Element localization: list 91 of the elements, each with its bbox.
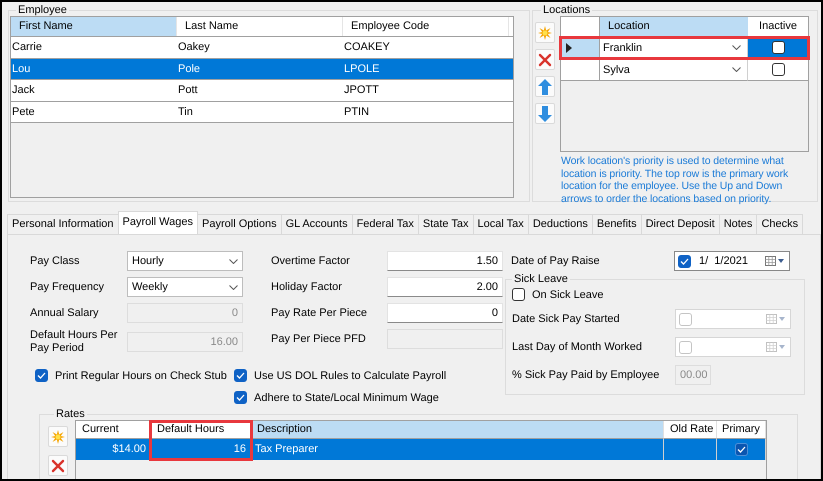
checkbox[interactable]	[772, 63, 784, 76]
table-cell: Tax Preparer	[251, 439, 664, 460]
move-down-button[interactable]	[535, 103, 555, 124]
sparkle-icon	[538, 26, 552, 40]
group-title: Sick Leave	[513, 273, 569, 285]
up-arrow-icon	[538, 78, 552, 94]
delete-button[interactable]	[535, 49, 555, 70]
column-header[interactable]: Inactive	[748, 17, 808, 37]
chevron-down-icon	[732, 45, 741, 50]
table-cell: $14.00	[76, 439, 151, 460]
table-cell-text: Lou	[11, 62, 32, 76]
move-up-button[interactable]	[535, 76, 555, 97]
calendar-icon	[766, 342, 786, 352]
column-header[interactable]: Primary	[717, 421, 766, 439]
calendar-icon	[765, 256, 785, 266]
group-title: Rates	[55, 408, 86, 420]
table-cell-text: Tin	[177, 104, 194, 120]
field-label: Overtime Factor	[271, 255, 351, 267]
number-field[interactable]: 1.50	[387, 251, 503, 271]
number-field[interactable]: 0	[387, 303, 503, 323]
column-header[interactable]: Description	[251, 421, 664, 439]
table-cell-text: Oakey	[177, 40, 211, 55]
sparkle-icon	[51, 430, 65, 444]
column-header[interactable]: Location	[600, 17, 748, 37]
checkbox[interactable]	[512, 288, 525, 301]
field-label: Pay Rate Per Piece	[271, 307, 368, 319]
checkbox[interactable]	[772, 41, 784, 54]
date-value: 1/ 1/2021	[699, 255, 748, 267]
field-label: Last Day of Month Worked	[512, 341, 644, 353]
table-cell-text: Carrie	[11, 40, 43, 55]
table-row[interactable]: Lou Pole LPOLE	[11, 58, 513, 80]
column-header[interactable]: Last Name	[177, 17, 343, 36]
table-cell-text: Pete	[11, 104, 36, 120]
x-icon	[538, 52, 552, 66]
group-title: Employee	[17, 4, 68, 16]
tab[interactable]: Personal Information	[7, 214, 118, 234]
field-label: Annual Salary	[30, 306, 100, 320]
tab[interactable]: Checks	[756, 214, 804, 234]
table-cell-text: JPOTT	[343, 83, 380, 98]
field-label: Date of Pay Raise	[511, 255, 601, 267]
chevron-down-icon	[229, 258, 238, 264]
field-label: Holiday Factor	[271, 281, 343, 293]
field-label: Default Hours Per Pay Period	[30, 329, 118, 355]
checkbox[interactable]	[734, 443, 748, 456]
check-mark-icon	[37, 372, 46, 379]
field-label: % Sick Pay Paid by Employee	[512, 369, 660, 381]
dropdown[interactable]: Hourly	[127, 251, 243, 271]
table-cell-text: Pott	[177, 83, 199, 98]
x-icon	[51, 458, 65, 472]
checkbox-label: Adhere to State/Local Minimum Wage	[254, 392, 439, 404]
checkbox[interactable]	[678, 254, 691, 268]
check-mark-icon	[236, 394, 245, 401]
check-mark-icon	[736, 446, 746, 453]
checkbox[interactable]	[234, 369, 247, 382]
help-text: Work location's priority is used to determine what location is priority. The top row is the primary work location for the employee. Use the Up and Down arrows to order the locations based on priority.	[561, 155, 790, 205]
check-mark-icon	[680, 258, 689, 264]
column-header[interactable]: Current	[76, 421, 151, 439]
field-label: Date Sick Pay Started	[512, 313, 621, 325]
field-label: Pay Class	[30, 254, 81, 268]
date-picker[interactable]: 1/ 1/2021	[674, 251, 790, 271]
down-arrow-icon	[538, 106, 552, 122]
chevron-down-icon	[229, 284, 238, 290]
table-cell-text: LPOLE	[343, 62, 380, 76]
table-cell-text: Pole	[177, 62, 202, 76]
number-field[interactable]: 2.00	[387, 277, 503, 297]
row-header-cell[interactable]	[561, 59, 600, 81]
dropdown[interactable]: Weekly	[127, 277, 243, 297]
checkbox-label: Print Regular Hours on Check Stub	[55, 370, 227, 382]
location-dropdown[interactable]: Sylva	[600, 59, 748, 81]
check-mark-icon	[236, 372, 245, 379]
field-label: Pay Per Piece PFD	[271, 333, 367, 345]
delete-button[interactable]	[48, 455, 68, 476]
table-row[interactable]: Pete Tin PTIN	[11, 102, 513, 123]
table-row[interactable]: Jack Pott JPOTT	[11, 80, 513, 102]
column-header[interactable]: Employee Code	[343, 17, 509, 36]
checkbox[interactable]	[35, 369, 48, 382]
group-title: Locations	[542, 4, 592, 16]
chevron-down-icon	[732, 67, 741, 72]
table-cell-text: Jack	[11, 83, 36, 98]
checkbox-label: On Sick Leave	[532, 288, 604, 300]
field-label: Pay Frequency	[30, 280, 105, 294]
column-header[interactable]: First Name	[11, 17, 177, 36]
table-row[interactable]: Carrie Oakey COAKEY	[11, 37, 513, 58]
column-header[interactable]: Old Rate	[664, 421, 717, 439]
tab[interactable]: Payroll Wages	[118, 211, 198, 234]
checkbox-label: Use US DOL Rules to Calculate Payroll	[254, 370, 446, 382]
table-cell-text: PTIN	[343, 104, 370, 120]
checkbox[interactable]	[234, 391, 247, 404]
table-cell-text: COAKEY	[343, 40, 391, 55]
calendar-icon	[766, 314, 786, 324]
row-pointer-icon	[566, 42, 572, 52]
